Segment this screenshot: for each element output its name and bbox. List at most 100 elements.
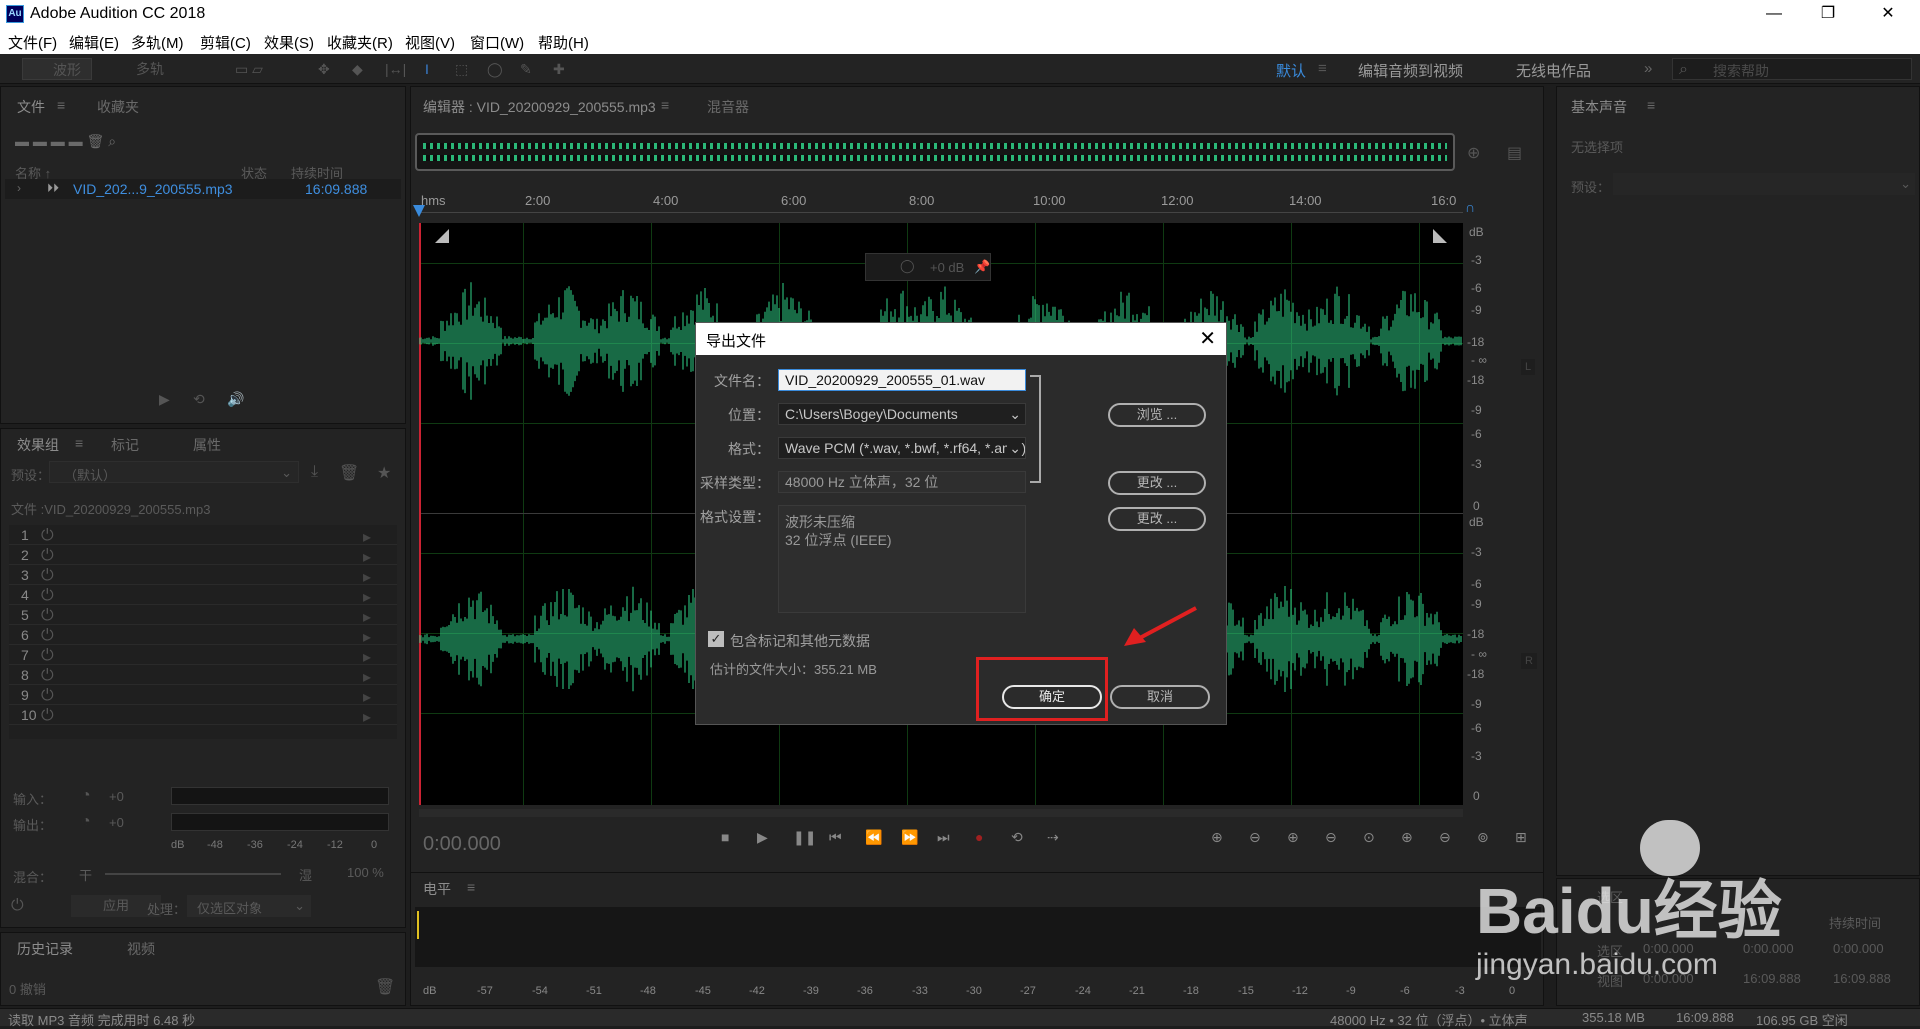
restore-button[interactable]: ❐ [1806, 2, 1850, 26]
panel-menu-icon[interactable]: ≡ [57, 97, 65, 113]
tab-history[interactable]: 历史记录 [17, 939, 73, 959]
tab-levels[interactable]: 电平 [423, 879, 451, 899]
horizontal-scrollbar[interactable] [419, 809, 1463, 817]
time-selection-tool-icon[interactable]: I [425, 58, 429, 80]
cancel-button[interactable]: 取消 [1110, 685, 1210, 709]
view-end[interactable]: 16:09.888 [1743, 971, 1801, 986]
workspace-radio[interactable]: 无线电作品 [1516, 60, 1591, 81]
close-window-button[interactable]: ✕ [1866, 2, 1910, 26]
slot-arrow-icon[interactable]: ▸ [363, 567, 371, 587]
power-icon[interactable]: ⏻ [41, 627, 54, 645]
stop-icon[interactable]: ■ [721, 829, 729, 845]
filename-input[interactable]: VID_20200929_200555_01.wav [778, 369, 1026, 391]
channel-left-label[interactable]: L [1521, 359, 1536, 375]
slot-arrow-icon[interactable]: ▸ [363, 607, 371, 627]
workspace-menu-icon[interactable]: ≡ [1318, 60, 1327, 77]
selection-end[interactable]: 0:00.000 [1743, 941, 1794, 956]
menu-file[interactable]: 文件(F) [8, 32, 57, 53]
zoom-out-full-icon[interactable]: ⊙ [1363, 829, 1375, 846]
overview-navigator[interactable] [415, 133, 1455, 171]
zoom-out-amplitude-icon[interactable]: ⊖ [1249, 829, 1261, 846]
tab-effects-rack[interactable]: 效果组 [17, 435, 59, 455]
metadata-checkbox[interactable]: ✓ [708, 631, 724, 647]
file-row[interactable]: › ⏵⏵ VID_202...9_200555.mp3 16:09.888 [5, 179, 401, 199]
power-icon[interactable]: ⏻ [11, 897, 24, 915]
spectral-toggle-icon[interactable]: ▤ [1507, 143, 1522, 163]
play-preview-icon[interactable]: ▶ [159, 391, 170, 408]
effect-slot[interactable]: 8 ⏻ ▸ [9, 665, 397, 687]
power-icon[interactable]: ⏻ [41, 527, 54, 545]
snap-magnet-icon[interactable]: ∩ [1465, 199, 1475, 215]
waveform-view-button[interactable]: 波形 [22, 58, 92, 80]
panel-menu-icon[interactable]: ≡ [75, 435, 83, 451]
mix-slider[interactable] [105, 873, 281, 875]
menu-effects[interactable]: 效果(S) [264, 32, 314, 53]
selection-start[interactable]: 0:00.000 [1643, 941, 1694, 956]
time-display[interactable]: 0:00.000 [423, 833, 501, 856]
zoom-out-time-icon[interactable]: ⊖ [1325, 829, 1337, 846]
effect-slot[interactable]: 2 ⏻ ▸ [9, 545, 397, 566]
search-help-input[interactable]: ⌕ 搜索帮助 [1672, 58, 1912, 80]
move-tool-icon[interactable]: ✥ [318, 58, 330, 80]
minimize-button[interactable]: — [1752, 2, 1796, 26]
favorite-star-icon[interactable]: ★ [377, 463, 391, 483]
selection-duration[interactable]: 0:00.000 [1833, 941, 1884, 956]
tab-editor[interactable]: 编辑器 : VID_20200929_200555.mp3 [423, 97, 656, 117]
razor-tool-icon[interactable]: ◆ [352, 58, 363, 80]
zoom-target-icon[interactable]: ⊕ [1467, 143, 1480, 163]
browse-button[interactable]: 浏览 ... [1108, 403, 1206, 427]
panel-menu-icon[interactable]: ≡ [661, 97, 669, 113]
time-ruler[interactable]: hms 2:00 4:00 6:00 8:00 10:00 12:00 14:0… [419, 191, 1463, 213]
lasso-tool-icon[interactable]: ◯ [487, 58, 503, 80]
effect-slot[interactable]: 1 ⏻ ▸ [9, 525, 397, 547]
tab-essential-sound[interactable]: 基本声音 [1571, 97, 1627, 117]
hud-volume[interactable]: ◯ +0 dB 📌 [865, 253, 991, 281]
effect-slot[interactable]: 6 ⏻ ▸ [9, 625, 397, 646]
power-icon[interactable]: ⏻ [41, 587, 54, 605]
healing-tool-icon[interactable]: ✚ [553, 58, 565, 80]
go-to-end-icon[interactable]: ⏭ [937, 829, 950, 846]
slot-arrow-icon[interactable]: ▸ [363, 667, 371, 687]
power-icon[interactable]: ⏻ [41, 647, 54, 665]
delete-preset-icon[interactable]: 🗑 [339, 463, 359, 483]
pause-icon[interactable]: ❚❚ [793, 829, 816, 846]
slot-arrow-icon[interactable]: ▸ [363, 687, 371, 707]
view-duration[interactable]: 16:09.888 [1833, 971, 1891, 986]
effect-slot[interactable]: 5 ⏻ ▸ [9, 605, 397, 627]
menu-help[interactable]: 帮助(H) [538, 32, 589, 53]
loop-preview-icon[interactable]: ⟲ [193, 391, 205, 408]
panel-menu-icon[interactable]: ≡ [467, 879, 475, 895]
tab-markers[interactable]: 标记 [111, 435, 139, 455]
workspace-video[interactable]: 编辑音频到视频 [1358, 60, 1463, 81]
play-icon[interactable]: ▶ [757, 829, 768, 846]
zoom-in-amplitude-icon[interactable]: ⊕ [1211, 829, 1223, 846]
menu-window[interactable]: 窗口(W) [470, 32, 524, 53]
power-icon[interactable]: ⏻ [41, 567, 54, 585]
workspace-default[interactable]: 默认 [1276, 60, 1306, 81]
power-icon[interactable]: ⏻ [41, 607, 54, 625]
ok-button[interactable]: 确定 [1002, 685, 1102, 709]
zoom-in-point-icon[interactable]: ⊕ [1401, 829, 1413, 846]
channel-right-label[interactable]: R [1521, 653, 1537, 669]
marquee-tool-icon[interactable]: ⬚ [455, 58, 468, 80]
input-knob-icon[interactable]: ◔ [81, 787, 91, 805]
power-icon[interactable]: ⏻ [41, 667, 54, 685]
power-icon[interactable]: ⏻ [41, 707, 54, 725]
effect-slot[interactable]: 10 ⏻ ▸ [9, 705, 397, 726]
zoom-fit-icon[interactable]: ⊞ [1515, 829, 1527, 846]
spectral-icon[interactable]: ▭ ▱ [235, 58, 263, 80]
skip-selection-icon[interactable]: ⇢ [1047, 829, 1059, 846]
hud-knob-icon[interactable]: ◯ [900, 258, 915, 274]
expand-icon[interactable]: › [17, 181, 21, 195]
fast-forward-icon[interactable]: ⏩ [901, 829, 918, 846]
dialog-close-icon[interactable]: ✕ [1199, 326, 1216, 351]
record-icon[interactable]: ● [975, 829, 983, 845]
output-knob-icon[interactable]: ◔ [81, 813, 91, 831]
menu-edit[interactable]: 编辑(E) [69, 32, 119, 53]
go-to-start-icon[interactable]: ⏮ [829, 829, 842, 846]
slot-arrow-icon[interactable]: ▸ [363, 527, 371, 547]
autoplay-icon[interactable]: 🔊 [227, 391, 244, 408]
preset-dropdown[interactable]: （默认） ⌄ [49, 461, 299, 483]
panel-menu-icon[interactable]: ≡ [1647, 97, 1655, 113]
loop-icon[interactable]: ⟲ [1011, 829, 1023, 846]
